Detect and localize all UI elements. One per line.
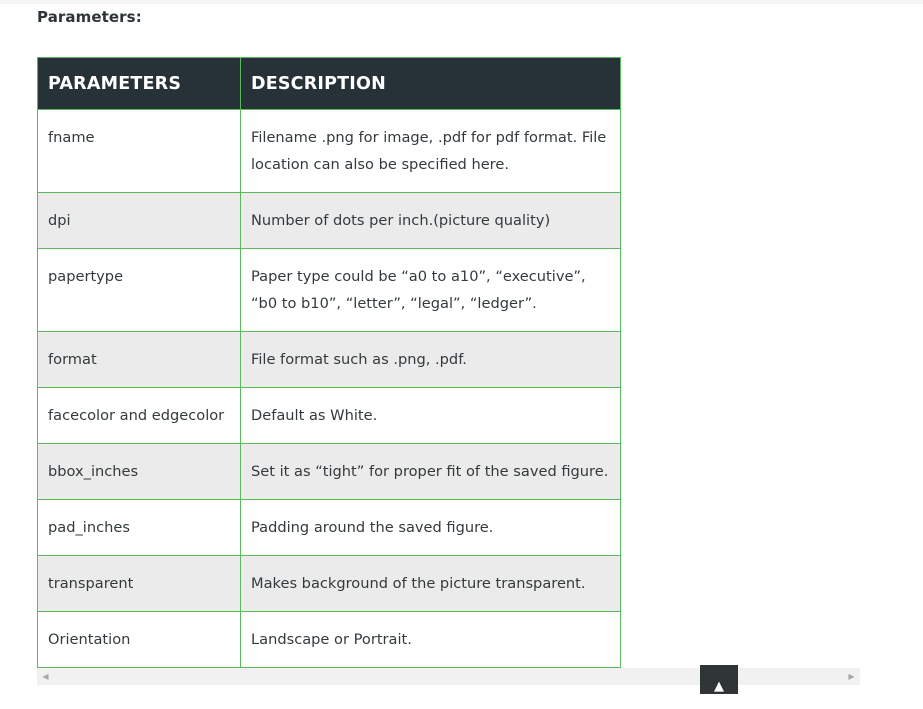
param-cell: pad_inches <box>37 499 241 556</box>
description-cell: Set it as “tight” for proper fit of the … <box>240 443 621 500</box>
description-cell: Filename .png for image, .pdf for pdf fo… <box>240 109 621 193</box>
parameters-table: PARAMETERS DESCRIPTION fname Filename .p… <box>37 57 621 668</box>
table-row: transparent Makes background of the pict… <box>37 555 621 612</box>
table-row: dpi Number of dots per inch.(picture qua… <box>37 192 621 249</box>
triangle-up-icon: ▲ <box>714 679 724 694</box>
description-cell: Makes background of the picture transpar… <box>240 555 621 612</box>
triangle-right-icon[interactable]: ▶ <box>843 668 860 685</box>
description-cell: Default as White. <box>240 387 621 444</box>
description-cell: Landscape or Portrait. <box>240 611 621 668</box>
param-name: transparent <box>48 575 134 592</box>
param-name: bbox_inches <box>48 463 139 480</box>
column-header-description: DESCRIPTION <box>240 57 621 110</box>
param-cell: transparent <box>37 555 241 612</box>
param-cell: facecolor and edgecolor <box>37 387 241 444</box>
param-name: fname <box>48 129 95 146</box>
description-cell: File format such as .png, .pdf. <box>240 331 621 388</box>
table-row: facecolor and edgecolor Default as White… <box>37 387 621 444</box>
param-cell: dpi <box>37 192 241 249</box>
param-description: Makes background of the picture transpar… <box>251 575 586 592</box>
description-cell: Padding around the saved figure. <box>240 499 621 556</box>
description-cell: Number of dots per inch.(picture quality… <box>240 192 621 249</box>
table-header-row: PARAMETERS DESCRIPTION <box>37 57 621 110</box>
param-description: Number of dots per inch.(picture quality… <box>251 212 551 229</box>
column-header-parameters: PARAMETERS <box>37 57 241 110</box>
table-row: bbox_inches Set it as “tight” for proper… <box>37 443 621 500</box>
param-name: papertype <box>48 268 124 285</box>
param-name: pad_inches <box>48 519 130 536</box>
param-cell: Orientation <box>37 611 241 668</box>
param-cell: format <box>37 331 241 388</box>
param-description: Set it as “tight” for proper fit of the … <box>251 463 609 480</box>
param-description: Paper type could be “a0 to a10”, “execut… <box>251 268 586 312</box>
param-description: Landscape or Portrait. <box>251 631 412 648</box>
section-heading: Parameters: <box>37 8 142 26</box>
param-name: format <box>48 351 97 368</box>
top-divider <box>0 0 923 4</box>
param-cell: papertype <box>37 248 241 332</box>
triangle-left-icon[interactable]: ◀ <box>37 668 54 685</box>
param-name: facecolor and edgecolor <box>48 407 225 424</box>
table-row: format File format such as .png, .pdf. <box>37 331 621 388</box>
param-description: File format such as .png, .pdf. <box>251 351 467 368</box>
param-cell: bbox_inches <box>37 443 241 500</box>
param-description: Default as White. <box>251 407 378 424</box>
table-row: fname Filename .png for image, .pdf for … <box>37 109 621 193</box>
param-name: Orientation <box>48 631 131 648</box>
table-row: pad_inches Padding around the saved figu… <box>37 499 621 556</box>
table-row: Orientation Landscape or Portrait. <box>37 611 621 668</box>
param-name: dpi <box>48 212 71 229</box>
table-row: papertype Paper type could be “a0 to a10… <box>37 248 621 332</box>
param-description: Filename .png for image, .pdf for pdf fo… <box>251 129 607 173</box>
param-description: Padding around the saved figure. <box>251 519 494 536</box>
back-to-top-button[interactable]: ▲ <box>700 665 738 694</box>
param-cell: fname <box>37 109 241 193</box>
description-cell: Paper type could be “a0 to a10”, “execut… <box>240 248 621 332</box>
